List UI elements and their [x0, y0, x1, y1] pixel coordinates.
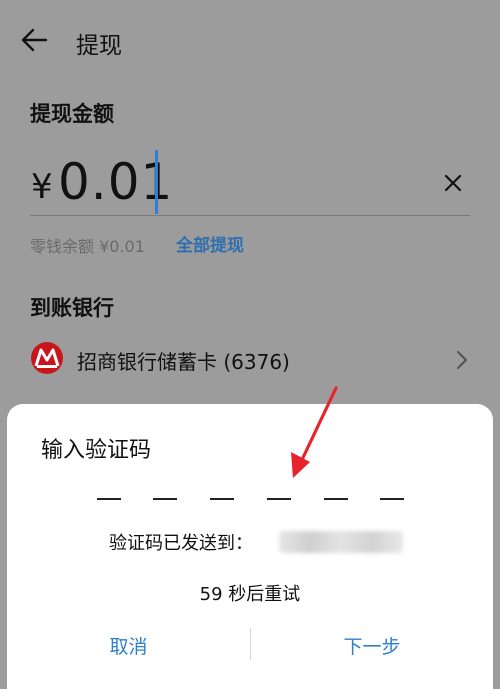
cmb-bank-logo-icon: [31, 342, 63, 374]
text-cursor: [155, 150, 158, 214]
arrow-left-icon[interactable]: [20, 28, 48, 52]
code-slot[interactable]: [153, 498, 177, 500]
bank-section-title: 到账银行: [30, 296, 114, 320]
code-slot[interactable]: [97, 498, 121, 500]
dialog-title: 输入验证码: [41, 438, 152, 463]
resend-countdown: 59 秒后重试: [199, 584, 301, 605]
code-sent-label: 验证码已发送到：: [109, 533, 253, 554]
amount-underline: [30, 215, 470, 216]
withdraw-all-link[interactable]: 全部提现: [176, 231, 244, 256]
page-title: 提现: [76, 33, 122, 59]
next-step-button[interactable]: 下一步: [251, 627, 493, 667]
code-slot[interactable]: [380, 498, 404, 500]
amount-section-title: 提现金额: [30, 102, 114, 126]
currency-symbol: ¥: [31, 167, 53, 207]
close-icon[interactable]: [443, 173, 463, 193]
chevron-right-icon[interactable]: [455, 349, 469, 371]
verification-dialog: 输入验证码 验证码已发送到： 59 秒后重试 取消 下一步: [7, 404, 493, 689]
code-slot[interactable]: [267, 498, 291, 500]
annotation-arrow-icon: [291, 386, 338, 478]
code-slot[interactable]: [210, 498, 234, 500]
blurred-phone-number: [279, 531, 403, 553]
cancel-button[interactable]: 取消: [7, 627, 250, 667]
code-slot[interactable]: [324, 498, 348, 500]
bank-card-item[interactable]: 招商银行储蓄卡 (6376): [77, 346, 290, 375]
balance-text: 零钱余额 ¥0.01: [30, 237, 145, 256]
